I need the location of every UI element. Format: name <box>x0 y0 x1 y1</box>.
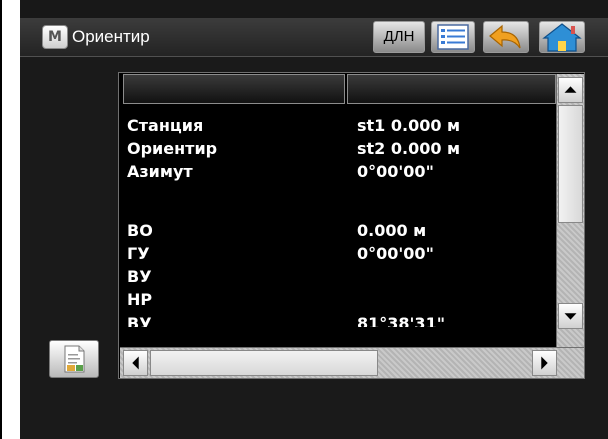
document-settings-icon <box>64 345 85 373</box>
row-value: 0°00'00" <box>357 244 434 263</box>
row-label: ВУ <box>127 314 152 327</box>
row-value: st1 0.000 м <box>357 116 461 135</box>
home-button[interactable] <box>539 21 585 53</box>
row-label: ГУ <box>127 244 150 263</box>
list-button[interactable] <box>431 21 475 53</box>
row-label: НР <box>127 290 153 309</box>
row-value: st2 0.000 м <box>357 139 461 158</box>
arrow-down-icon <box>564 313 577 320</box>
left-border <box>0 0 2 439</box>
page-title: Ориентир <box>72 27 150 46</box>
scroll-left-button[interactable] <box>123 350 148 376</box>
row-label: Станция <box>127 116 204 135</box>
table-row[interactable]: Азимут 0°00'00" <box>127 161 557 183</box>
vertical-scrollbar[interactable] <box>556 74 584 347</box>
table-row[interactable]: Станция st1 0.000 м <box>127 115 557 137</box>
arrow-left-icon <box>132 356 139 370</box>
column-header[interactable] <box>347 74 556 104</box>
row-label: Ориентир <box>127 139 218 158</box>
horizontal-scrollbar[interactable] <box>120 347 584 378</box>
dln-button[interactable]: ДЛН <box>373 21 425 53</box>
row-label: ВУ <box>127 267 152 286</box>
row-label: Азимут <box>127 162 193 181</box>
table-row[interactable]: ВО 0.000 м <box>127 220 557 242</box>
vertical-scroll-thumb[interactable] <box>558 105 583 223</box>
table-row[interactable]: Ориентир st2 0.000 м <box>127 138 557 160</box>
arrow-right-icon <box>541 356 548 370</box>
row-label: ВО <box>127 221 153 240</box>
column-header[interactable] <box>123 74 345 104</box>
scroll-down-button[interactable] <box>558 303 583 329</box>
horizontal-scroll-thumb[interactable] <box>150 350 378 376</box>
arrow-up-icon <box>564 86 577 93</box>
home-icon <box>542 23 582 52</box>
menu-m-icon[interactable]: M <box>42 25 68 49</box>
top-strip <box>20 0 608 18</box>
back-button[interactable] <box>483 21 529 53</box>
back-arrow-icon <box>489 24 521 49</box>
data-grid: Станция st1 0.000 м Ориентир st2 0.000 м… <box>118 72 585 379</box>
row-value: 81°38'31" <box>357 314 446 327</box>
table-row[interactable]: НР <box>127 289 557 311</box>
row-value: 0.000 м <box>357 221 427 240</box>
list-icon <box>437 24 469 50</box>
row-value: 0°00'00" <box>357 162 434 181</box>
scroll-right-button[interactable] <box>532 350 557 376</box>
table-row[interactable] <box>127 184 557 206</box>
scroll-up-button[interactable] <box>558 77 583 103</box>
document-settings-button[interactable] <box>49 340 99 378</box>
table-row[interactable]: ВУ <box>127 266 557 288</box>
table-row[interactable]: ВУ 81°38'31" <box>127 313 557 327</box>
device-screen: M Ориентир ДЛН Станция st1 0.000 м Ориен… <box>20 0 608 439</box>
table-row[interactable]: ГУ 0°00'00" <box>127 243 557 265</box>
